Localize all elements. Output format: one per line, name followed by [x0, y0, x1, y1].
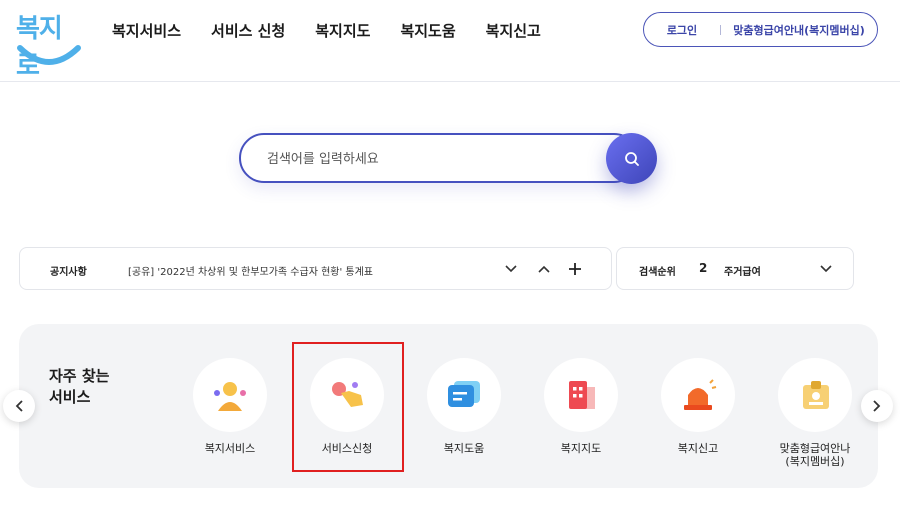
- service-label: 복지서비스: [204, 442, 256, 455]
- search-rank-bar: 검색순위 2 주거급여: [616, 247, 854, 290]
- rank-keyword[interactable]: 주거급여: [724, 263, 761, 278]
- nav-welfare-service[interactable]: 복지서비스: [112, 20, 181, 42]
- carousel-prev-button[interactable]: [3, 390, 35, 422]
- logo[interactable]: 복지로: [16, 6, 84, 81]
- nav-service-apply[interactable]: 서비스 신청: [211, 20, 285, 42]
- service-icon-circle: [661, 358, 735, 432]
- frequent-services-panel: 자주 찾는 서비스 복지서비스 서비스신청 복지도움 복지지도 복지신고 맞춤형…: [19, 324, 878, 488]
- people-icon: [214, 382, 246, 411]
- service-report[interactable]: 복지신고: [648, 358, 748, 455]
- plus-icon: [569, 263, 581, 275]
- chevron-down-icon: [505, 265, 517, 273]
- notice-prev-button[interactable]: [535, 260, 553, 278]
- service-icon-circle: [544, 358, 618, 432]
- account-pill: 로그인 맞춤형급여안내(복지멤버십): [643, 12, 878, 47]
- logo-smile-icon: [17, 45, 81, 65]
- notice-headline[interactable]: [공유] '2022년 차상위 및 한부모가족 수급자 현황' 통계표: [128, 263, 373, 278]
- notice-more-button[interactable]: [566, 260, 584, 278]
- chat-icon: [448, 381, 480, 407]
- nav-welfare-map[interactable]: 복지지도: [315, 20, 370, 42]
- nav-welfare-report[interactable]: 복지신고: [486, 20, 541, 42]
- notice-bar: 공지사항 [공유] '2022년 차상위 및 한부모가족 수급자 현황' 통계표: [19, 247, 612, 290]
- service-label-line-2: (복지멤버십): [785, 455, 845, 468]
- title-line-2: 서비스: [49, 388, 91, 406]
- service-label-line-1: 맞춤형급여안나: [779, 442, 851, 455]
- search-box: [239, 133, 639, 183]
- nav-welfare-help[interactable]: 복지도움: [400, 20, 455, 42]
- membership-button[interactable]: 맞춤형급여안내(복지멤버십): [721, 22, 877, 38]
- service-membership[interactable]: 맞춤형급여안나 (복지멤버십): [765, 358, 865, 468]
- chevron-right-icon: [873, 400, 881, 412]
- rank-number: 2: [699, 261, 708, 275]
- search-icon: [624, 151, 639, 166]
- service-label: 맞춤형급여안나 (복지멤버십): [765, 442, 865, 468]
- carousel-next-button[interactable]: [861, 390, 893, 422]
- rank-label: 검색순위: [639, 267, 676, 278]
- notice-next-button[interactable]: [502, 260, 520, 278]
- service-welfare[interactable]: 복지서비스: [180, 358, 280, 455]
- service-icon-circle: [193, 358, 267, 432]
- chevron-up-icon: [538, 265, 550, 273]
- highlight-box: [292, 342, 404, 472]
- chevron-left-icon: [15, 400, 23, 412]
- service-help[interactable]: 복지도움: [414, 358, 514, 455]
- main-nav: 복지서비스 서비스 신청 복지지도 복지도움 복지신고: [112, 20, 571, 42]
- service-icon-circle: [427, 358, 501, 432]
- service-icon-circle: [778, 358, 852, 432]
- title-line-1: 자주 찾는: [49, 367, 110, 385]
- login-button[interactable]: 로그인: [644, 22, 720, 38]
- siren-icon: [684, 379, 717, 410]
- service-label: 복지도움: [443, 442, 485, 455]
- site-header: 복지로 복지서비스 서비스 신청 복지지도 복지도움 복지신고 로그인 맞춤형급…: [0, 0, 900, 82]
- building-icon: [569, 381, 595, 409]
- frequent-services-title: 자주 찾는 서비스: [49, 366, 139, 408]
- rank-expand-button[interactable]: [817, 260, 835, 278]
- service-label: 복지지도: [560, 442, 602, 455]
- search-button[interactable]: [606, 133, 657, 184]
- search-input[interactable]: [267, 149, 597, 169]
- chevron-down-icon: [820, 265, 832, 273]
- service-label: 복지신고: [677, 442, 719, 455]
- service-map[interactable]: 복지지도: [531, 358, 631, 455]
- search-area: [239, 133, 657, 184]
- id-card-icon: [803, 381, 829, 409]
- notice-label: 공지사항: [50, 267, 87, 278]
